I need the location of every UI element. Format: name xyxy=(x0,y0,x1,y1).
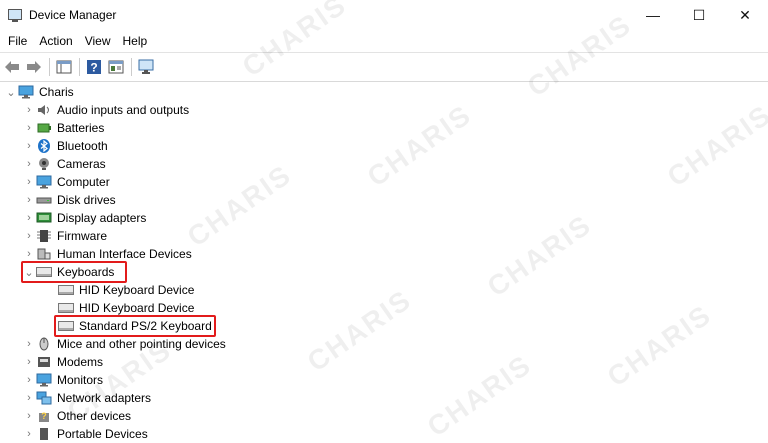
help-button[interactable]: ? xyxy=(85,58,103,76)
chevron-right-icon[interactable]: › xyxy=(22,425,36,443)
tree-item-label: Audio inputs and outputs xyxy=(57,103,190,117)
tree-item-batteries[interactable]: › Batteries xyxy=(22,119,104,137)
toolbar: ? xyxy=(0,52,768,82)
tree-item-firmware[interactable]: › Firmware xyxy=(22,227,107,245)
properties-button[interactable] xyxy=(107,58,125,76)
close-button[interactable]: ✕ xyxy=(722,0,768,30)
tree-item-monitors[interactable]: › Monitors xyxy=(22,371,103,389)
tree-root-label: Charis xyxy=(39,85,74,99)
monitor-icon xyxy=(36,373,52,387)
keyboard-icon xyxy=(58,283,74,297)
chevron-right-icon[interactable]: › xyxy=(22,209,36,227)
back-arrow-icon xyxy=(5,61,19,73)
scan-hardware-button[interactable] xyxy=(137,58,155,76)
tree-item-label: HID Keyboard Device xyxy=(79,283,195,297)
tree-item-display-adapters[interactable]: › Display adapters xyxy=(22,209,146,227)
title-bar: Device Manager — ☐ ✕ xyxy=(0,0,768,30)
tree-item-label: Bluetooth xyxy=(57,139,108,153)
chevron-right-icon[interactable]: › xyxy=(22,173,36,191)
tree-item-network-adapters[interactable]: › Network adapters xyxy=(22,389,151,407)
tree-item-label: Display adapters xyxy=(57,211,147,225)
svg-text:?: ? xyxy=(90,61,97,75)
tree-item-label: Batteries xyxy=(57,121,105,135)
network-adapter-icon xyxy=(36,391,52,405)
chevron-right-icon[interactable]: › xyxy=(22,137,36,155)
chevron-right-icon[interactable]: › xyxy=(22,119,36,137)
tree-item-computer[interactable]: › Computer xyxy=(22,173,110,191)
portable-device-icon xyxy=(36,427,52,441)
keyboards-highlight-box xyxy=(21,261,127,283)
tree-item-label: Disk drives xyxy=(57,193,116,207)
tree-item-label: HID Keyboard Device xyxy=(79,301,195,315)
other-devices-icon: ? xyxy=(36,409,52,423)
show-hide-console-tree-button[interactable] xyxy=(55,58,73,76)
menu-file[interactable]: File xyxy=(2,34,33,48)
properties-icon xyxy=(108,60,124,74)
chevron-down-icon[interactable]: ⌄ xyxy=(4,83,18,101)
chevron-right-icon[interactable]: › xyxy=(22,353,36,371)
tree-item-hid-keyboard-1[interactable]: HID Keyboard Device xyxy=(58,281,194,299)
console-tree-icon xyxy=(56,60,72,74)
battery-icon xyxy=(36,121,52,135)
display-adapter-icon xyxy=(36,211,52,225)
menu-help[interactable]: Help xyxy=(117,34,154,48)
tree-item-label: Network adapters xyxy=(57,391,152,405)
tree-item-disk-drives[interactable]: › Disk drives xyxy=(22,191,116,209)
menu-action[interactable]: Action xyxy=(33,34,78,48)
help-icon: ? xyxy=(87,60,101,75)
menu-view[interactable]: View xyxy=(79,34,117,48)
chevron-right-icon[interactable]: › xyxy=(22,407,36,425)
tree-item-label: Cameras xyxy=(57,157,106,171)
tree-item-audio[interactable]: › Audio inputs and outputs xyxy=(22,101,189,119)
disk-drive-icon xyxy=(36,193,52,207)
svg-text:?: ? xyxy=(41,411,47,421)
minimize-button[interactable]: — xyxy=(630,0,676,30)
tree-item-other-devices[interactable]: › ? Other devices xyxy=(22,407,131,425)
hid-icon xyxy=(36,247,52,261)
scan-hardware-icon xyxy=(138,59,154,74)
tree-root[interactable]: ⌄ Charis xyxy=(4,83,74,101)
tree-item-portable-devices[interactable]: › Portable Devices xyxy=(22,425,148,443)
computer-icon xyxy=(18,85,34,99)
tree-item-mice[interactable]: › Mice and other pointing devices xyxy=(22,335,226,353)
tree-item-label: Human Interface Devices xyxy=(57,247,192,261)
tree-item-label: Other devices xyxy=(57,409,132,423)
computer-icon xyxy=(36,175,52,189)
camera-icon xyxy=(36,157,52,171)
menu-bar: File Action View Help xyxy=(0,30,768,52)
mouse-icon xyxy=(36,337,52,351)
forward-arrow-icon xyxy=(27,61,41,73)
tree-item-label: Monitors xyxy=(57,373,104,387)
window-title: Device Manager xyxy=(29,8,117,22)
window-controls: — ☐ ✕ xyxy=(630,0,768,30)
chevron-right-icon[interactable]: › xyxy=(22,227,36,245)
tree-item-label: Modems xyxy=(57,355,104,369)
chevron-right-icon[interactable]: › xyxy=(22,335,36,353)
device-manager-app-icon xyxy=(7,7,23,23)
keyboard-icon xyxy=(58,301,74,315)
modem-icon xyxy=(36,355,52,369)
tree-item-cameras[interactable]: › Cameras xyxy=(22,155,106,173)
tree-item-label: Firmware xyxy=(57,229,107,243)
tree-item-bluetooth[interactable]: › Bluetooth xyxy=(22,137,108,155)
device-tree: ⌄ Charis › Audio inputs and outputs › Ba… xyxy=(0,83,768,441)
forward-button[interactable] xyxy=(25,58,43,76)
maximize-button[interactable]: ☐ xyxy=(676,0,722,30)
chevron-right-icon[interactable]: › xyxy=(22,371,36,389)
chevron-right-icon[interactable]: › xyxy=(22,155,36,173)
speaker-icon xyxy=(36,103,52,117)
ps2-keyboard-highlight-box xyxy=(54,315,216,337)
chevron-right-icon[interactable]: › xyxy=(22,389,36,407)
tree-item-label: Portable Devices xyxy=(57,427,148,441)
tree-item-label: Computer xyxy=(57,175,110,189)
firmware-icon xyxy=(36,229,52,243)
tree-item-label: Mice and other pointing devices xyxy=(57,337,226,351)
bluetooth-icon xyxy=(36,139,52,153)
chevron-right-icon[interactable]: › xyxy=(22,191,36,209)
back-button[interactable] xyxy=(3,58,21,76)
tree-item-modems[interactable]: › Modems xyxy=(22,353,103,371)
chevron-right-icon[interactable]: › xyxy=(22,101,36,119)
